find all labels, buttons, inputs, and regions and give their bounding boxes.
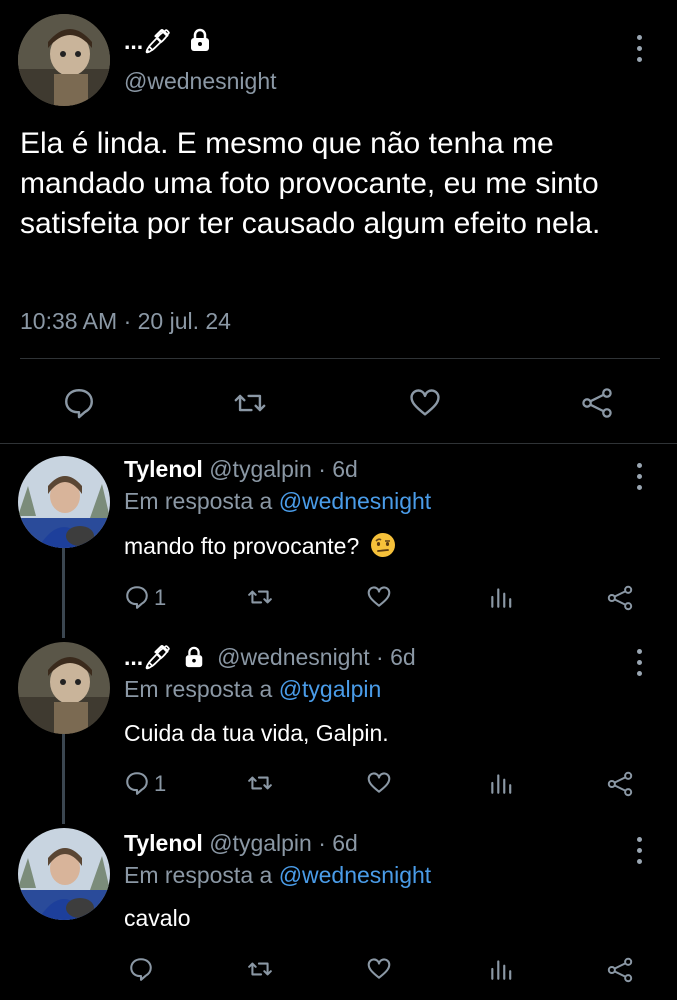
handle-time[interactable]: @wednesnight · 6d xyxy=(217,644,416,670)
thread-line xyxy=(62,734,65,824)
heart-icon[interactable] xyxy=(366,956,392,982)
reply-header: Tylenol @tygalpin · 6d xyxy=(124,830,358,857)
avatar[interactable] xyxy=(18,642,110,734)
more-vertical-icon[interactable] xyxy=(637,834,642,867)
divider xyxy=(0,443,677,444)
reply-text: cavalo xyxy=(124,905,191,931)
thread-line xyxy=(62,548,65,638)
display-name[interactable]: ...🖊 xyxy=(124,644,172,670)
reply-to-link[interactable]: @wednesnight xyxy=(279,862,432,888)
reply-context: Em resposta a @wednesnight xyxy=(124,862,432,888)
display-name: ...🖊 xyxy=(124,28,173,54)
lock-icon xyxy=(188,28,212,52)
reply-icon[interactable] xyxy=(124,770,150,796)
retweet-icon[interactable] xyxy=(246,770,274,796)
stats-icon[interactable] xyxy=(488,770,514,796)
stats-icon[interactable] xyxy=(488,584,514,610)
reply-context: Em resposta a @tygalpin xyxy=(124,676,382,702)
avatar[interactable] xyxy=(18,14,110,106)
display-name[interactable]: Tylenol xyxy=(124,456,203,482)
divider xyxy=(20,358,660,359)
reply-count: 1 xyxy=(154,771,167,796)
more-vertical-icon[interactable] xyxy=(637,646,642,679)
reply-icon[interactable] xyxy=(128,956,154,982)
tweet-text: Ela é linda. E mesmo que não tenha me ma… xyxy=(20,127,601,240)
retweet-icon[interactable] xyxy=(232,386,268,420)
handle-time[interactable]: @tygalpin · 6d xyxy=(209,830,358,856)
handle-time[interactable]: @tygalpin · 6d xyxy=(209,456,358,482)
share-icon[interactable] xyxy=(580,386,614,420)
reply-count: 1 xyxy=(154,585,167,610)
reply-text: Cuida da tua vida, Galpin. xyxy=(124,720,389,746)
lock-icon xyxy=(183,646,205,674)
display-name[interactable]: Tylenol xyxy=(124,830,203,856)
retweet-icon[interactable] xyxy=(246,956,274,982)
share-icon[interactable] xyxy=(606,770,634,798)
stats-icon[interactable] xyxy=(488,956,514,982)
more-vertical-icon[interactable] xyxy=(637,460,642,493)
avatar[interactable] xyxy=(18,828,110,920)
reply-icon[interactable] xyxy=(124,584,150,610)
retweet-icon[interactable] xyxy=(246,584,274,610)
heart-icon[interactable] xyxy=(366,770,392,796)
more-vertical-icon[interactable] xyxy=(637,32,642,65)
avatar[interactable] xyxy=(18,456,110,548)
share-icon[interactable] xyxy=(606,956,634,984)
reply-header: ...🖊 @wednesnight · 6d xyxy=(124,644,416,674)
heart-icon[interactable] xyxy=(366,584,392,610)
reply-icon[interactable] xyxy=(62,386,96,420)
handle[interactable]: @wednesnight xyxy=(124,68,277,95)
emoji xyxy=(370,532,396,558)
timestamp[interactable]: 10:38 AM · 20 jul. 24 xyxy=(20,308,231,335)
heart-icon[interactable] xyxy=(408,386,442,420)
reply-header: Tylenol @tygalpin · 6d xyxy=(124,456,358,483)
reply-text: mando fto provocante? xyxy=(124,532,396,560)
share-icon[interactable] xyxy=(606,584,634,612)
reply-to-link[interactable]: @tygalpin xyxy=(279,676,382,702)
reply-to-link[interactable]: @wednesnight xyxy=(279,488,432,514)
reply-context: Em resposta a @wednesnight xyxy=(124,488,432,514)
